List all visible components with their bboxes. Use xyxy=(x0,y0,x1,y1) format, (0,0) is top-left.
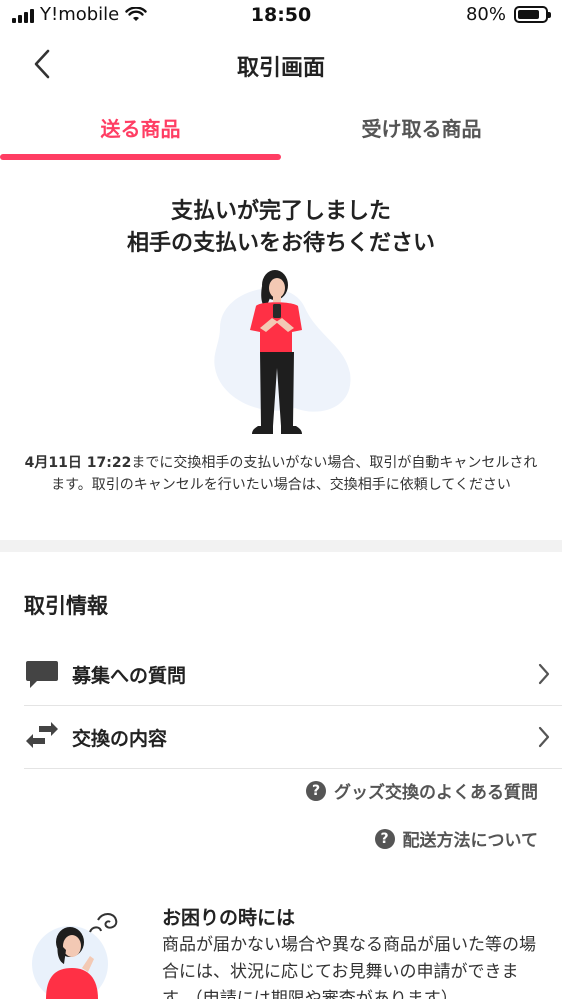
goods-exchange-faq-link[interactable]: ? グッズ交換のよくある質問 xyxy=(306,778,538,803)
chevron-right-icon xyxy=(526,721,562,753)
tab-bar: 送る商品 受け取る商品 xyxy=(0,104,562,164)
goods-exchange-faq-label: グッズ交換のよくある質問 xyxy=(334,783,538,803)
exchange-contents-row[interactable]: 交換の内容 xyxy=(24,706,562,769)
battery-info: 80% xyxy=(465,4,551,25)
section-divider xyxy=(0,540,562,552)
speech-bubble-icon xyxy=(24,658,60,690)
chevron-right-icon xyxy=(526,658,562,690)
exchange-arrows-icon xyxy=(24,721,60,753)
shipping-methods-label: 配送方法について xyxy=(402,831,539,851)
page-title: 取引画面 xyxy=(236,56,325,81)
payment-complete-text: 支払いが完了しました xyxy=(170,199,391,224)
exchange-contents-label: 交換の内容 xyxy=(72,727,168,750)
troubled-woman-illustration xyxy=(32,913,118,999)
status-bar: Y!mobile 18:50 80% xyxy=(0,0,562,32)
trouble-help-text: 商品が届かない場合や異なる商品が届いた等の場合には、状況に応じてお見舞いの申請が… xyxy=(162,935,536,999)
awaiting-partner-text: 相手の支払いをお待ちください xyxy=(126,231,435,256)
auto-cancel-notice: 4月11日 17:22までに交換相手の支払いがない場合、取引が自動キャンセルされ… xyxy=(24,452,538,496)
payment-status-message: 支払いが完了しました 相手の支払いをお待ちください xyxy=(0,196,562,260)
active-tab-indicator xyxy=(0,154,281,160)
recruitment-questions-label: 募集への質問 xyxy=(72,664,187,687)
question-circle-icon: ? xyxy=(306,780,326,801)
tab-send-items[interactable]: 送る商品 xyxy=(0,104,281,156)
battery-percent: 80% xyxy=(465,4,506,25)
recruitment-questions-row[interactable]: 募集への質問 xyxy=(24,643,562,706)
header: 取引画面 xyxy=(0,40,562,88)
tab-receive-items[interactable]: 受け取る商品 xyxy=(281,104,562,156)
battery-icon xyxy=(514,6,551,23)
woman-with-phone-illustration xyxy=(214,270,351,434)
trouble-help-title: お困りの時には xyxy=(162,907,296,929)
question-circle-icon: ? xyxy=(374,828,395,849)
payment-deadline: 4月11日 17:22 xyxy=(24,455,132,471)
shipping-methods-link[interactable]: ? 配送方法について xyxy=(374,826,539,851)
transaction-info-title: 取引情報 xyxy=(24,594,108,618)
